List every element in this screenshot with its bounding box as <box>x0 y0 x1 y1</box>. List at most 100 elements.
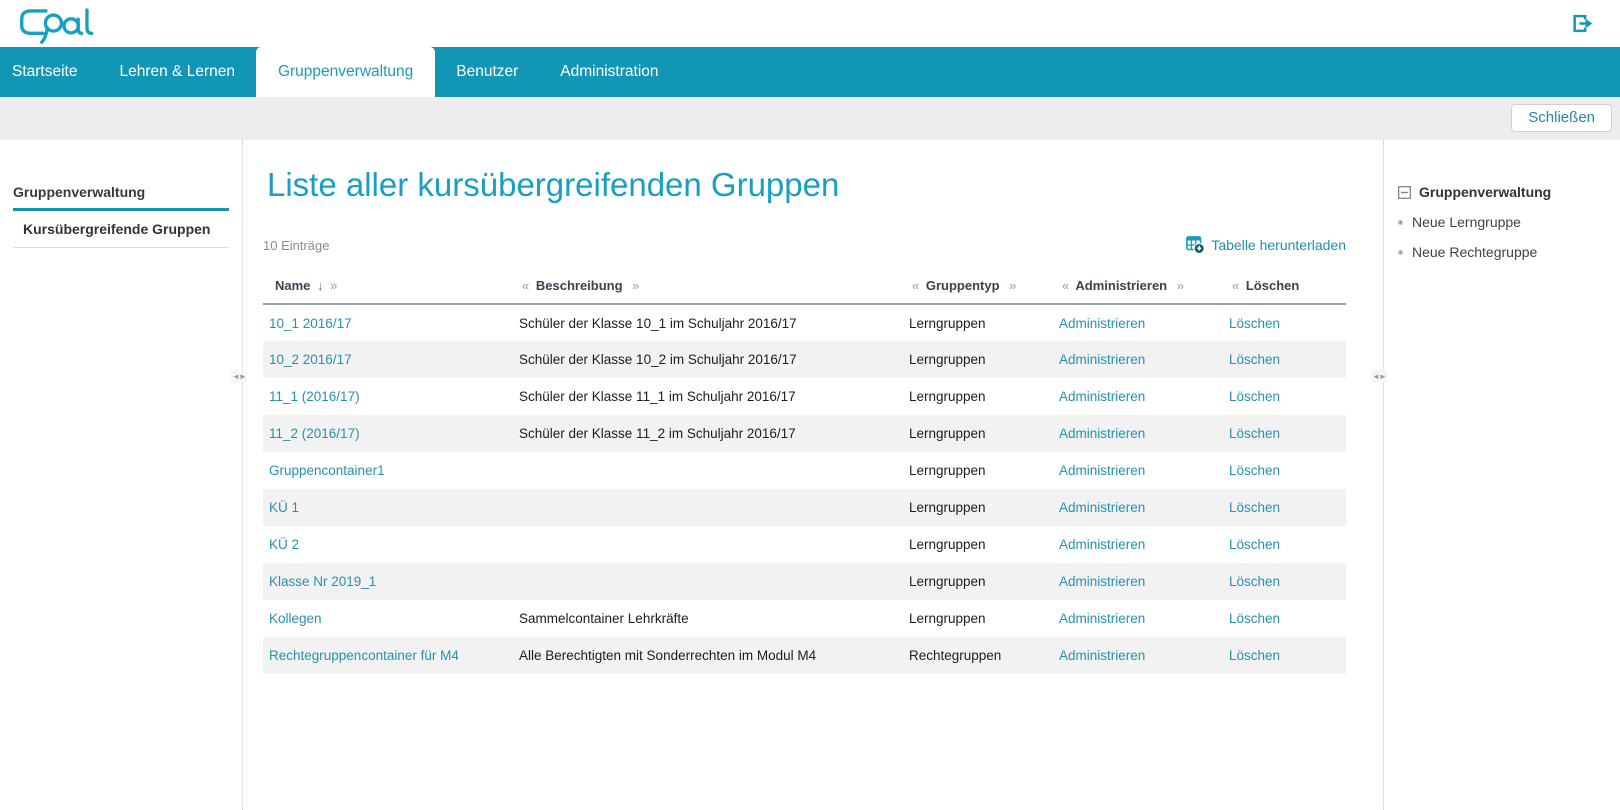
download-table-link[interactable]: Tabelle herunterladen <box>1186 236 1346 254</box>
logout-button[interactable] <box>1571 13 1594 37</box>
logout-icon <box>1571 14 1594 37</box>
group-type: Lerngruppen <box>909 315 986 331</box>
delete-link[interactable]: Löschen <box>1229 611 1280 626</box>
delete-link[interactable]: Löschen <box>1229 648 1280 663</box>
sort-prev-icon[interactable]: « <box>1232 278 1239 293</box>
group-name-link[interactable]: Gruppencontainer1 <box>269 463 385 478</box>
sort-next-icon[interactable]: » <box>330 278 337 293</box>
administer-link[interactable]: Administrieren <box>1059 500 1145 515</box>
table-row: 10_1 2016/17 Schüler der Klasse 10_1 im … <box>263 304 1346 341</box>
delete-link[interactable]: Löschen <box>1229 316 1280 331</box>
sort-next-icon[interactable]: » <box>632 278 639 293</box>
table-row: 11_2 (2016/17) Schüler der Klasse 11_2 i… <box>263 415 1346 452</box>
delete-link[interactable]: Löschen <box>1229 426 1280 441</box>
administer-link[interactable]: Administrieren <box>1059 316 1145 331</box>
column-header-beschreibung[interactable]: « Beschreibung » <box>513 266 903 305</box>
delete-link[interactable]: Löschen <box>1229 574 1280 589</box>
nav-tab-startseite[interactable]: Startseite <box>0 47 98 97</box>
nav-tab-list: Startseite Lehren & Lernen Gruppenverwaltu… <box>0 47 1620 97</box>
right-sidebar-item-neue-rechtegruppe[interactable]: Neue Rechtegruppe <box>1398 244 1619 260</box>
nav-tab-administration[interactable]: Administration <box>539 47 679 97</box>
group-description <box>513 489 903 526</box>
left-sidebar: Gruppenverwaltung Kursübergreifende Grup… <box>0 140 243 810</box>
group-type: Lerngruppen <box>909 426 986 441</box>
top-bar <box>0 0 1620 47</box>
group-name-link[interactable]: 10_2 2016/17 <box>269 352 352 367</box>
table-row: 11_1 (2016/17) Schüler der Klasse 11_1 i… <box>263 378 1346 415</box>
column-label: Gruppentyp <box>925 278 1000 293</box>
download-table-label: Tabelle herunterladen <box>1211 237 1346 253</box>
right-sidebar: Gruppenverwaltung Neue Lerngruppe Neue R… <box>1383 140 1619 810</box>
table-row: KÜ 2 Lerngruppen Administrieren Löschen <box>263 526 1346 563</box>
group-description: Schüler der Klasse 11_2 im Schuljahr 201… <box>519 426 796 441</box>
group-description <box>513 526 903 563</box>
nav-tab-gruppenverwaltung[interactable]: Gruppenverwaltung <box>255 47 436 97</box>
administer-link[interactable]: Administrieren <box>1059 574 1145 589</box>
right-sidebar-item-neue-lerngruppe[interactable]: Neue Lerngruppe <box>1398 214 1619 230</box>
left-splitter-handle[interactable]: ◄► <box>231 370 247 383</box>
administer-link[interactable]: Administrieren <box>1059 389 1145 404</box>
administer-link[interactable]: Administrieren <box>1059 537 1145 552</box>
entries-count: 10 Einträge <box>263 237 330 253</box>
table-row: Gruppencontainer1 Lerngruppen Administri… <box>263 452 1346 489</box>
sort-prev-icon[interactable]: « <box>522 278 529 293</box>
bullet-icon <box>1398 249 1403 255</box>
right-sidebar-item-label: Neue Rechtegruppe <box>1412 244 1538 260</box>
group-type: Lerngruppen <box>909 574 986 589</box>
administer-link[interactable]: Administrieren <box>1059 611 1145 626</box>
right-splitter-handle[interactable]: ◄► <box>1371 370 1387 383</box>
delete-link[interactable]: Löschen <box>1229 352 1280 367</box>
right-sidebar-items: Neue Lerngruppe Neue Rechtegruppe <box>1398 214 1619 260</box>
column-header-gruppentyp[interactable]: « Gruppentyp » <box>903 266 1053 305</box>
group-name-link[interactable]: Kollegen <box>269 611 322 626</box>
column-header-name[interactable]: Name ↓ » <box>263 266 513 305</box>
page-title: Liste aller kursübergreifenden Gruppen <box>267 166 840 203</box>
column-label: Administrieren <box>1075 278 1168 293</box>
table-row: Klasse Nr 2019_1 Lerngruppen Administrie… <box>263 563 1346 600</box>
column-header-administrieren[interactable]: « Administrieren » <box>1053 266 1223 305</box>
nav-tab-lehren-lernen[interactable]: Lehren & Lernen <box>98 47 255 97</box>
administer-link[interactable]: Administrieren <box>1059 463 1145 478</box>
main-navigation: Startseite Lehren & Lernen Gruppenverwaltu… <box>0 47 1620 97</box>
group-description: Schüler der Klasse 10_1 im Schuljahr 201… <box>519 315 797 331</box>
group-name-link[interactable]: KÜ 1 <box>269 500 299 515</box>
delete-link[interactable]: Löschen <box>1229 500 1280 515</box>
group-type: Lerngruppen <box>909 611 986 626</box>
column-header-l-schen[interactable]: « Löschen <box>1223 266 1346 305</box>
table-row: KÜ 1 Lerngruppen Administrieren Löschen <box>263 489 1346 526</box>
group-name-link[interactable]: 11_2 (2016/17) <box>269 426 360 441</box>
administer-link[interactable]: Administrieren <box>1059 426 1145 441</box>
group-description: Schüler der Klasse 10_2 im Schuljahr 201… <box>519 352 797 367</box>
close-button[interactable]: Schließen <box>1511 104 1612 132</box>
toolbar: Schließen <box>0 97 1620 140</box>
delete-link[interactable]: Löschen <box>1229 537 1280 552</box>
sort-prev-icon[interactable]: « <box>912 278 919 293</box>
sort-prev-icon[interactable]: « <box>1062 278 1069 293</box>
content-layout: Gruppenverwaltung Kursübergreifende Grup… <box>0 140 1620 810</box>
sidebar-item-kursuebergreifende-gruppen[interactable]: Kursübergreifende Gruppen <box>13 211 229 248</box>
group-name-link[interactable]: Rechtegruppencontainer für M4 <box>269 648 459 663</box>
group-name-link[interactable]: KÜ 2 <box>269 537 299 552</box>
collapse-icon[interactable] <box>1398 185 1411 199</box>
delete-link[interactable]: Löschen <box>1229 389 1280 404</box>
administer-link[interactable]: Administrieren <box>1059 648 1145 663</box>
group-type: Lerngruppen <box>909 500 986 515</box>
nav-tab-benutzer[interactable]: Benutzer <box>435 47 539 97</box>
group-name-link[interactable]: 11_1 (2016/17) <box>269 389 360 404</box>
table-meta-row: 10 Einträge Tabelle herunterladen <box>263 236 1346 254</box>
right-sidebar-section: Gruppenverwaltung <box>1398 184 1619 200</box>
column-label: Name <box>275 278 311 293</box>
sort-next-icon[interactable]: » <box>1177 278 1184 293</box>
group-type: Rechtegruppen <box>909 648 1002 663</box>
sidebar-section-title: Gruppenverwaltung <box>13 184 229 211</box>
group-name-link[interactable]: Klasse Nr 2019_1 <box>269 574 376 589</box>
group-name-link[interactable]: 10_1 2016/17 <box>269 316 352 331</box>
group-description <box>513 563 903 600</box>
opal-logo <box>18 4 100 49</box>
administer-link[interactable]: Administrieren <box>1059 352 1145 367</box>
group-description <box>513 452 903 489</box>
column-label: Löschen <box>1245 278 1300 293</box>
delete-link[interactable]: Löschen <box>1229 463 1280 478</box>
sort-next-icon[interactable]: » <box>1009 278 1016 293</box>
group-type: Lerngruppen <box>909 352 986 367</box>
